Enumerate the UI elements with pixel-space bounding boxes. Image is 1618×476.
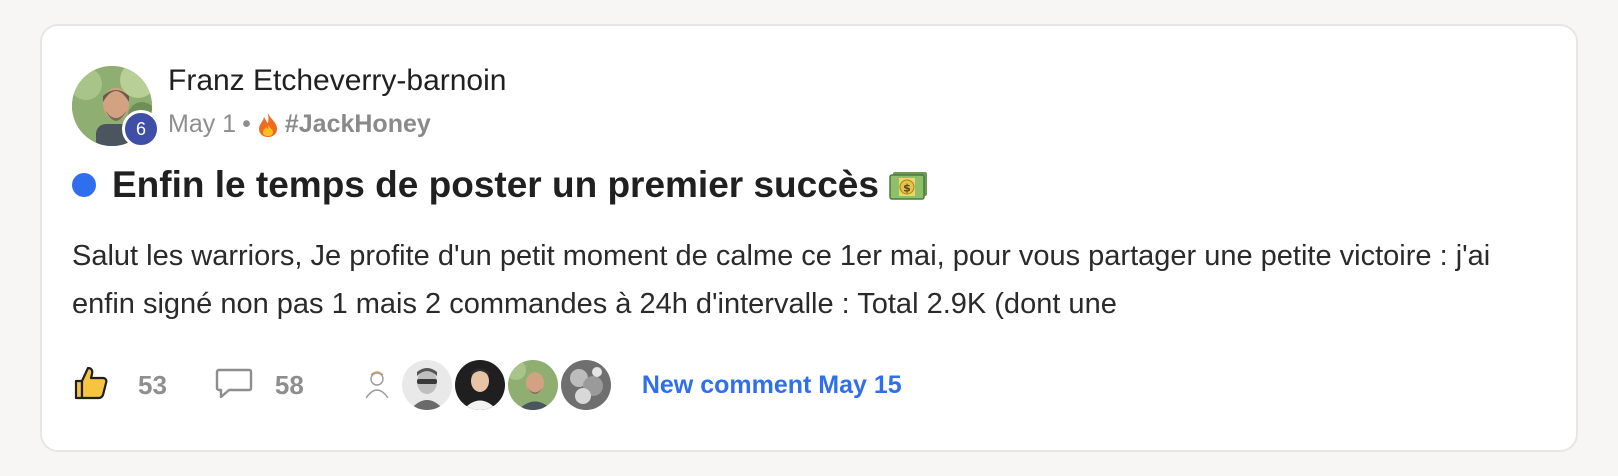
money-bill-icon: $	[889, 170, 929, 200]
author-avatar-wrapper[interactable]: 6	[72, 66, 160, 148]
commenter-avatar[interactable]	[359, 368, 394, 402]
post-title[interactable]: Enfin le temps de poster un premier succ…	[112, 164, 879, 206]
category-tag[interactable]: #JackHoney	[285, 110, 431, 139]
post-excerpt[interactable]: Salut les warriors, Je profite d'un peti…	[72, 232, 1492, 328]
commenter-avatar[interactable]	[454, 360, 505, 410]
author-name[interactable]: Franz Etcheverry-barnoin	[168, 64, 506, 98]
comment-count: 58	[274, 369, 304, 400]
post-meta: May 1 • #JackHoney	[168, 110, 431, 139]
commenter-avatar[interactable]	[507, 360, 558, 410]
level-badge: 6	[122, 110, 160, 148]
post-footer: 53 58 New comment May 15	[72, 360, 902, 410]
comment-button[interactable]: 58	[215, 366, 304, 405]
post-title-row[interactable]: Enfin le temps de poster un premier succ…	[72, 164, 929, 206]
commenter-avatar[interactable]	[401, 360, 452, 410]
new-comment-link[interactable]: New comment May 15	[642, 371, 902, 400]
unread-indicator	[72, 173, 96, 197]
post-card[interactable]: 6 Franz Etcheverry-barnoin May 1 • #Jack…	[40, 24, 1578, 452]
thumbs-up-icon[interactable]	[72, 364, 110, 407]
flame-icon	[257, 112, 279, 138]
like-count: 53	[138, 369, 167, 400]
comment-icon[interactable]	[215, 366, 253, 405]
commenter-avatars[interactable]	[359, 360, 614, 410]
like-button[interactable]: 53	[72, 364, 167, 407]
svg-text:$: $	[903, 182, 911, 195]
meta-separator: •	[242, 110, 251, 138]
commenter-avatar[interactable]	[560, 360, 611, 410]
post-date[interactable]: May 1	[168, 110, 236, 139]
